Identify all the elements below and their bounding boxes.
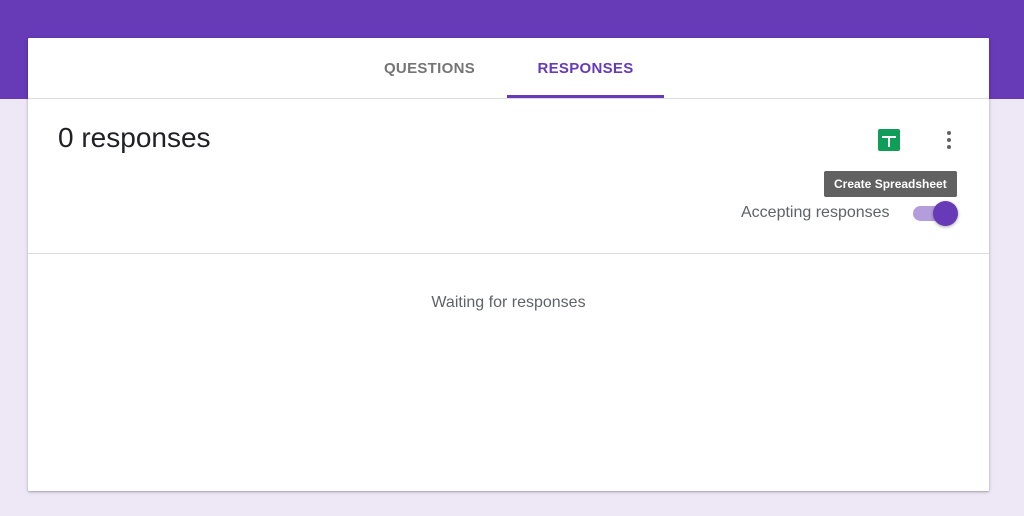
responses-card: QUESTIONS RESPONSES 0 responses Create S… (28, 38, 989, 491)
accepting-responses-toggle[interactable] (913, 200, 959, 226)
more-vert-icon (947, 131, 951, 135)
create-spreadsheet-tooltip: Create Spreadsheet (824, 171, 957, 197)
tab-responses-label: RESPONSES (537, 60, 634, 77)
tab-questions[interactable]: QUESTIONS (355, 38, 504, 99)
tab-bar: QUESTIONS RESPONSES (28, 38, 989, 99)
accepting-responses-label: Accepting responses (741, 204, 890, 221)
toggle-thumb (933, 201, 958, 226)
responses-summary: 0 responses Create Spreadsheet Accepting… (28, 99, 989, 254)
more-options-button[interactable] (934, 125, 964, 155)
create-spreadsheet-button[interactable] (874, 125, 904, 155)
sheets-icon (878, 129, 900, 151)
response-count: 0 responses (58, 122, 211, 153)
tab-responses[interactable]: RESPONSES (507, 38, 664, 99)
waiting-message: Waiting for responses (431, 294, 586, 311)
active-tab-indicator (507, 95, 664, 98)
tab-questions-label: QUESTIONS (383, 60, 476, 77)
